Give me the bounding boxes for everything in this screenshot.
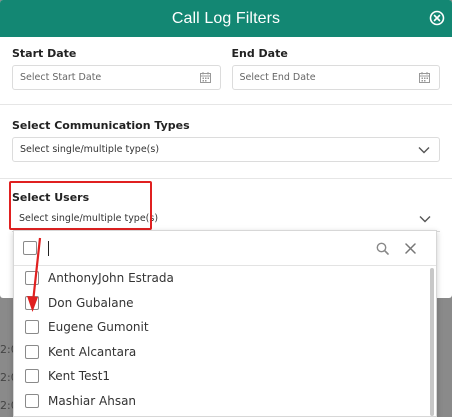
modal-title: Call Log Filters <box>171 9 281 27</box>
user-option[interactable]: Don Gubalane <box>14 291 436 316</box>
dropdown-scrollbar[interactable] <box>430 268 434 416</box>
calendar-icon[interactable] <box>199 72 211 83</box>
user-option-checkbox[interactable] <box>25 369 39 384</box>
user-option-checkbox[interactable] <box>25 344 39 359</box>
user-option-label: AnthonyJohn Estrada <box>48 271 174 286</box>
start-date-input[interactable]: Select Start Date <box>12 65 221 90</box>
communication-types-select[interactable]: Select single/multiple type(s) <box>12 137 440 162</box>
users-dropdown: AnthonyJohn Estrada Don Gubalane Eugene … <box>13 230 437 417</box>
user-option-checkbox[interactable] <box>25 295 39 310</box>
start-date-placeholder: Select Start Date <box>20 72 102 83</box>
modal-header: Call Log Filters <box>0 0 452 37</box>
user-option[interactable]: Kent Alcantara <box>14 340 436 365</box>
end-date-group: End Date Select End Date <box>231 47 440 104</box>
communication-types-placeholder: Select single/multiple type(s) <box>20 144 160 155</box>
date-range-section: Start Date Select Start Date End Date Se… <box>0 37 452 105</box>
user-option-label: Eugene Gumonit <box>48 320 149 335</box>
communication-types-section: Select Communication Types Select single… <box>0 105 452 179</box>
chevron-down-icon[interactable] <box>419 215 431 223</box>
user-option-list: AnthonyJohn Estrada Don Gubalane Eugene … <box>14 266 436 413</box>
select-all-checkbox[interactable] <box>23 241 37 255</box>
search-icon[interactable] <box>376 242 389 255</box>
start-date-label: Start Date <box>12 47 77 60</box>
user-option-checkbox[interactable] <box>25 271 39 286</box>
users-placeholder: Select single/multiple type(s) <box>19 213 159 224</box>
user-option-checkbox[interactable] <box>25 393 39 408</box>
calendar-icon[interactable] <box>419 72 430 83</box>
users-label: Select Users <box>12 191 90 204</box>
user-option-label: Kent Test1 <box>48 369 111 384</box>
user-option[interactable]: Kent Test1 <box>14 364 436 389</box>
user-option-label: Kent Alcantara <box>48 344 137 359</box>
chevron-down-icon[interactable] <box>418 146 430 154</box>
dropdown-search-row <box>14 231 436 266</box>
close-icon[interactable] <box>429 10 445 26</box>
user-option-label: Mashiar Ahsan <box>48 393 137 408</box>
user-option[interactable]: Mashiar Ahsan <box>14 389 436 414</box>
start-date-group: Start Date Select Start Date <box>12 47 221 104</box>
search-text-caret[interactable] <box>48 240 49 256</box>
users-select[interactable]: Select single/multiple type(s) <box>12 206 440 232</box>
users-section: Select Users Select single/multiple type… <box>0 179 452 232</box>
clear-icon[interactable] <box>405 243 416 254</box>
user-option[interactable]: AnthonyJohn Estrada <box>14 266 436 291</box>
user-option-checkbox[interactable] <box>25 320 39 335</box>
end-date-input[interactable]: Select End Date <box>231 65 440 90</box>
communication-types-label: Select Communication Types <box>12 119 190 132</box>
end-date-label: End Date <box>231 47 288 60</box>
user-option-label: Don Gubalane <box>48 295 134 310</box>
end-date-placeholder: Select End Date <box>239 72 316 83</box>
user-option[interactable]: Eugene Gumonit <box>14 315 436 340</box>
